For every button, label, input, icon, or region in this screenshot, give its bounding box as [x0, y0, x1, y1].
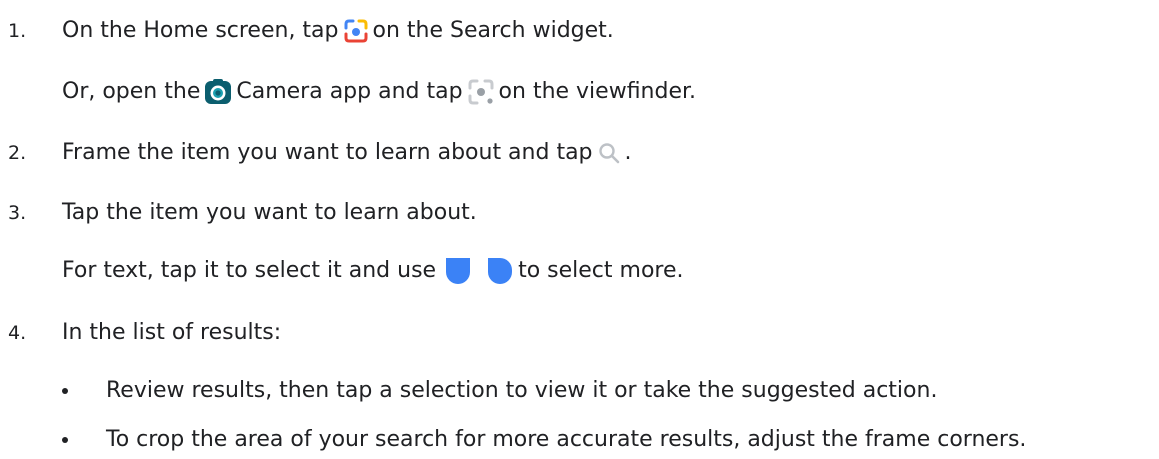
bullet-dot	[62, 388, 68, 394]
google-lens-widget-icon	[343, 18, 369, 44]
step-sub-after: to select more.	[518, 258, 684, 283]
step-number: 1.	[8, 20, 27, 42]
step-sub-before: Or, open the	[62, 79, 201, 104]
camera-app-icon	[204, 78, 232, 106]
step-text-before: Frame the item you want to learn about a…	[62, 140, 593, 165]
step-text-after: .	[624, 140, 632, 165]
step-sub-text: Or, open the Camera app and tap on the v…	[62, 77, 696, 107]
step-text-before: On the Home screen, tap	[62, 18, 339, 43]
search-icon	[597, 141, 621, 165]
step-sub-text: For text, tap it to select it and use to…	[62, 256, 684, 286]
step-number: 4.	[8, 322, 27, 344]
bullet-text: To crop the area of your search for more…	[106, 427, 1027, 452]
step-text-after: on the Search widget.	[372, 18, 614, 43]
step-sub-middle: Camera app and tap	[236, 79, 463, 104]
step-sub-after: on the viewfinder.	[498, 79, 697, 104]
step-text: On the Home screen, tap on the Search wi…	[62, 16, 614, 46]
lens-viewfinder-icon	[467, 78, 495, 106]
selection-handle-left-icon	[444, 256, 472, 286]
step-text: In the list of results:	[62, 320, 282, 345]
step-text: Frame the item you want to learn about a…	[62, 138, 632, 168]
bullet-dot	[62, 437, 68, 443]
step-number: 3.	[8, 202, 27, 224]
step-text: Tap the item you want to learn about.	[62, 200, 477, 225]
step-number: 2.	[8, 142, 27, 164]
step-sub-before: For text, tap it to select it and use	[62, 258, 437, 283]
selection-handle-right-icon	[486, 256, 514, 286]
bullet-text: Review results, then tap a selection to …	[106, 378, 938, 403]
